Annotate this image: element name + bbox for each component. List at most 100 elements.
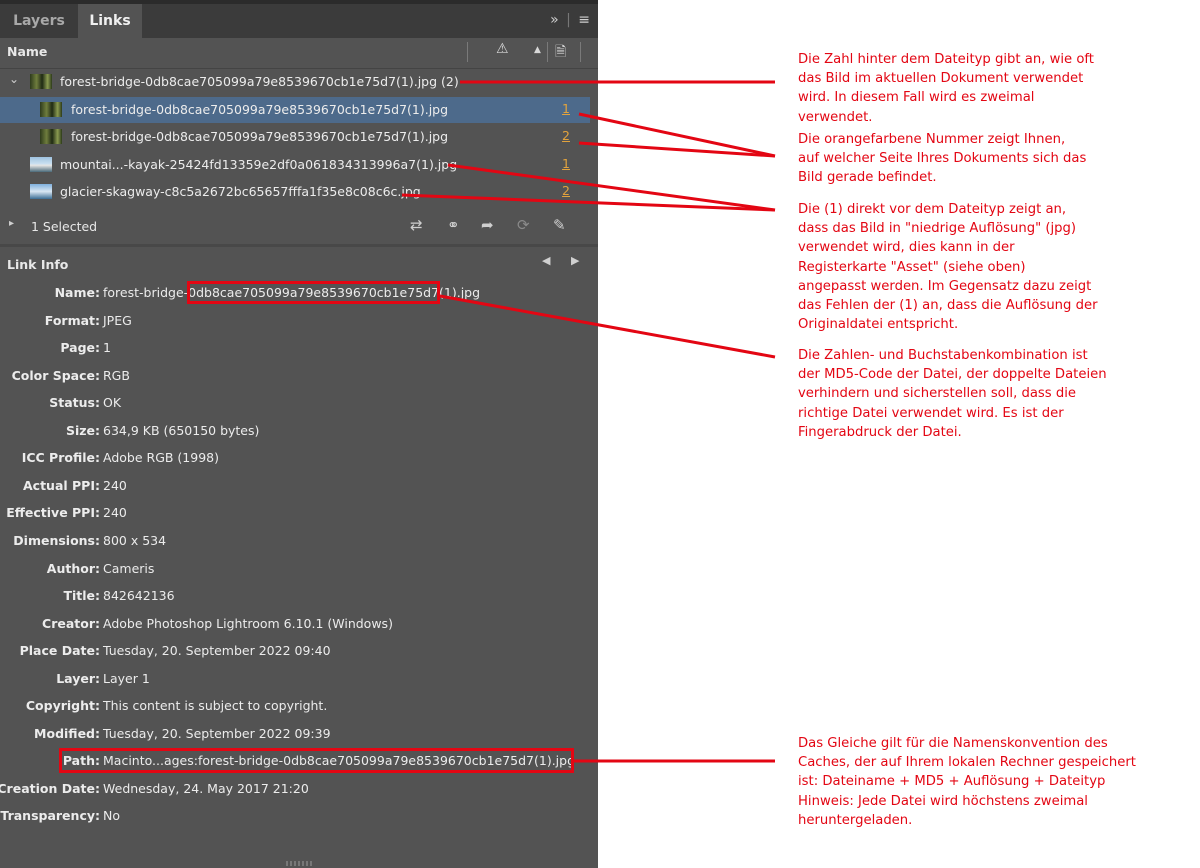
info-key: Creation Date: bbox=[0, 780, 100, 796]
link-name: forest-bridge-0db8cae705099a79e8539670cb… bbox=[71, 129, 449, 144]
page-number-link[interactable]: 1 bbox=[562, 156, 570, 171]
selection-toolbar: ▸ 1 Selected ⇄ ⚭ ➦ ⟳ ✎ bbox=[0, 210, 598, 242]
tab-links[interactable]: Links bbox=[78, 4, 142, 38]
update-link-icon[interactable]: ⟳ bbox=[517, 216, 530, 234]
link-row[interactable]: glacier-skagway-c8c5a2672bc65657fffa1f35… bbox=[0, 179, 590, 205]
info-key: Name: bbox=[54, 285, 100, 300]
column-separator[interactable] bbox=[467, 42, 468, 62]
links-panel: Layers Links » | ≡ Name ⚠ ▲ 🗎 ⌄ forest-b… bbox=[0, 0, 598, 868]
link-name: forest-bridge-0db8cae705099a79e8539670cb… bbox=[71, 102, 449, 117]
panel-tabbar: Layers Links » | ≡ bbox=[0, 0, 598, 38]
annotation-page-number: Die orangefarbene Nummer zeigt Ihnen, au… bbox=[798, 132, 1087, 186]
link-name: forest-bridge-0db8cae705099a79e8539670cb… bbox=[60, 74, 459, 89]
link-info-title: Link Info bbox=[7, 257, 69, 272]
info-value: This content is subject to copyright. bbox=[103, 698, 328, 714]
info-row: Layer: Layer 1 bbox=[0, 671, 598, 691]
info-key: Effective PPI: bbox=[6, 505, 100, 521]
info-row: Status: OK bbox=[0, 395, 598, 415]
page-number-link[interactable]: 2 bbox=[562, 128, 570, 143]
annotation-resolution: Die (1) direkt vor dem Dateityp zeigt an… bbox=[798, 202, 1098, 333]
md5-highlight-box bbox=[187, 281, 440, 304]
link-row[interactable]: forest-bridge-0db8cae705099a79e8539670cb… bbox=[0, 97, 590, 123]
expand-panels-icon[interactable]: » bbox=[550, 12, 559, 28]
info-value: Tuesday, 20. September 2022 09:39 bbox=[103, 725, 331, 741]
selection-count: 1 Selected bbox=[31, 219, 98, 234]
info-row: Creation Date: Wednesday, 24. May 2017 21… bbox=[0, 781, 598, 801]
info-key: Place Date: bbox=[19, 643, 100, 659]
link-row[interactable]: mountai...-kayak-25424fd13359e2df0a06183… bbox=[0, 152, 590, 178]
panel-divider[interactable] bbox=[0, 244, 598, 247]
tab-layers[interactable]: Layers bbox=[0, 4, 78, 38]
info-value: Cameris bbox=[103, 560, 155, 576]
link-name: mountai...-kayak-25424fd13359e2df0a06183… bbox=[60, 157, 458, 172]
relink-from-cc-icon[interactable]: ⇄ bbox=[410, 216, 423, 234]
info-value: Adobe Photoshop Lightroom 6.10.1 (Window… bbox=[103, 615, 393, 631]
info-key: ICC Profile: bbox=[21, 450, 100, 466]
info-row: Modified: Tuesday, 20. September 2022 09:… bbox=[0, 726, 598, 746]
info-key: Modified: bbox=[34, 725, 100, 741]
link-row-parent[interactable]: ⌄ forest-bridge-0db8cae705099a79e8539670… bbox=[0, 69, 590, 95]
name-column-label[interactable]: Name bbox=[7, 44, 47, 59]
info-value: JPEG bbox=[103, 312, 132, 328]
resize-grip[interactable] bbox=[286, 861, 314, 866]
page-icon[interactable]: 🗎 bbox=[555, 41, 566, 65]
info-key: Dimensions: bbox=[13, 532, 100, 548]
image-thumbnail bbox=[40, 102, 62, 117]
image-thumbnail bbox=[30, 157, 52, 172]
info-key: Format: bbox=[44, 312, 100, 328]
image-thumbnail bbox=[30, 74, 52, 89]
go-to-link-icon[interactable]: ➦ bbox=[481, 216, 494, 234]
info-key: Actual PPI: bbox=[22, 477, 100, 493]
info-value: 800 x 534 bbox=[103, 532, 167, 548]
info-value: 240 bbox=[103, 477, 127, 493]
info-row: Size: 634,9 KB (650150 bytes) bbox=[0, 423, 598, 443]
column-separator[interactable] bbox=[547, 42, 548, 62]
relink-icon[interactable]: ⚭ bbox=[447, 216, 460, 234]
edit-original-icon[interactable]: ✎ bbox=[553, 216, 566, 234]
info-key: Size: bbox=[65, 422, 100, 438]
info-key: Creator: bbox=[42, 615, 100, 631]
info-key: Layer: bbox=[56, 670, 100, 686]
path-highlight-box bbox=[59, 748, 574, 773]
info-row: Page: 1 bbox=[0, 340, 598, 360]
column-separator[interactable] bbox=[580, 42, 581, 62]
next-arrow-icon[interactable]: ▶ bbox=[571, 254, 579, 267]
info-value: Wednesday, 24. May 2017 21:20 bbox=[103, 780, 309, 796]
info-key: Status: bbox=[49, 395, 100, 411]
annotation-md5: Die Zahlen- und Buchstabenkombination is… bbox=[798, 348, 1107, 440]
info-key: Copyright: bbox=[25, 698, 100, 714]
sort-arrow-icon[interactable]: ▲ bbox=[534, 45, 541, 55]
info-row: Transparency: No bbox=[0, 808, 598, 828]
tabbar-icons: » | ≡ bbox=[550, 12, 590, 28]
info-row: Color Space: RGB bbox=[0, 368, 598, 388]
page-number-link[interactable]: 2 bbox=[562, 183, 570, 198]
info-row: Title: 842642136 bbox=[0, 588, 598, 608]
info-value: RGB bbox=[103, 367, 130, 383]
info-key: Page: bbox=[60, 340, 100, 356]
annotation-cache-naming: Das Gleiche gilt für die Namenskonventio… bbox=[798, 736, 1136, 828]
tabbar-separator: | bbox=[566, 12, 571, 28]
info-key: Transparency: bbox=[0, 808, 100, 824]
info-row: Effective PPI: 240 bbox=[0, 505, 598, 525]
info-key: Color Space: bbox=[11, 367, 100, 383]
warning-icon[interactable]: ⚠ bbox=[496, 41, 509, 57]
info-row: Dimensions: 800 x 534 bbox=[0, 533, 598, 553]
collapse-arrow-icon[interactable]: ▸ bbox=[9, 218, 14, 229]
info-row: Actual PPI: 240 bbox=[0, 478, 598, 498]
info-row: ICC Profile: Adobe RGB (1998) bbox=[0, 450, 598, 470]
link-row[interactable]: forest-bridge-0db8cae705099a79e8539670cb… bbox=[0, 124, 590, 150]
info-row: Creator: Adobe Photoshop Lightroom 6.10.1… bbox=[0, 616, 598, 636]
column-header: Name ⚠ ▲ 🗎 bbox=[0, 38, 598, 69]
panel-menu-icon[interactable]: ≡ bbox=[578, 12, 590, 28]
image-thumbnail bbox=[30, 184, 52, 199]
info-value: Layer 1 bbox=[103, 670, 150, 686]
info-row: Place Date: Tuesday, 20. September 2022 0… bbox=[0, 643, 598, 663]
prev-arrow-icon[interactable]: ◀ bbox=[542, 254, 550, 267]
info-key: Title: bbox=[63, 588, 100, 604]
info-row: Author: Cameris bbox=[0, 561, 598, 581]
info-value: Tuesday, 20. September 2022 09:40 bbox=[103, 643, 331, 659]
page-number-link[interactable]: 1 bbox=[562, 101, 570, 116]
chevron-down-icon[interactable]: ⌄ bbox=[9, 72, 19, 86]
link-name: glacier-skagway-c8c5a2672bc65657fffa1f35… bbox=[60, 184, 421, 199]
info-key: Author: bbox=[46, 560, 100, 576]
